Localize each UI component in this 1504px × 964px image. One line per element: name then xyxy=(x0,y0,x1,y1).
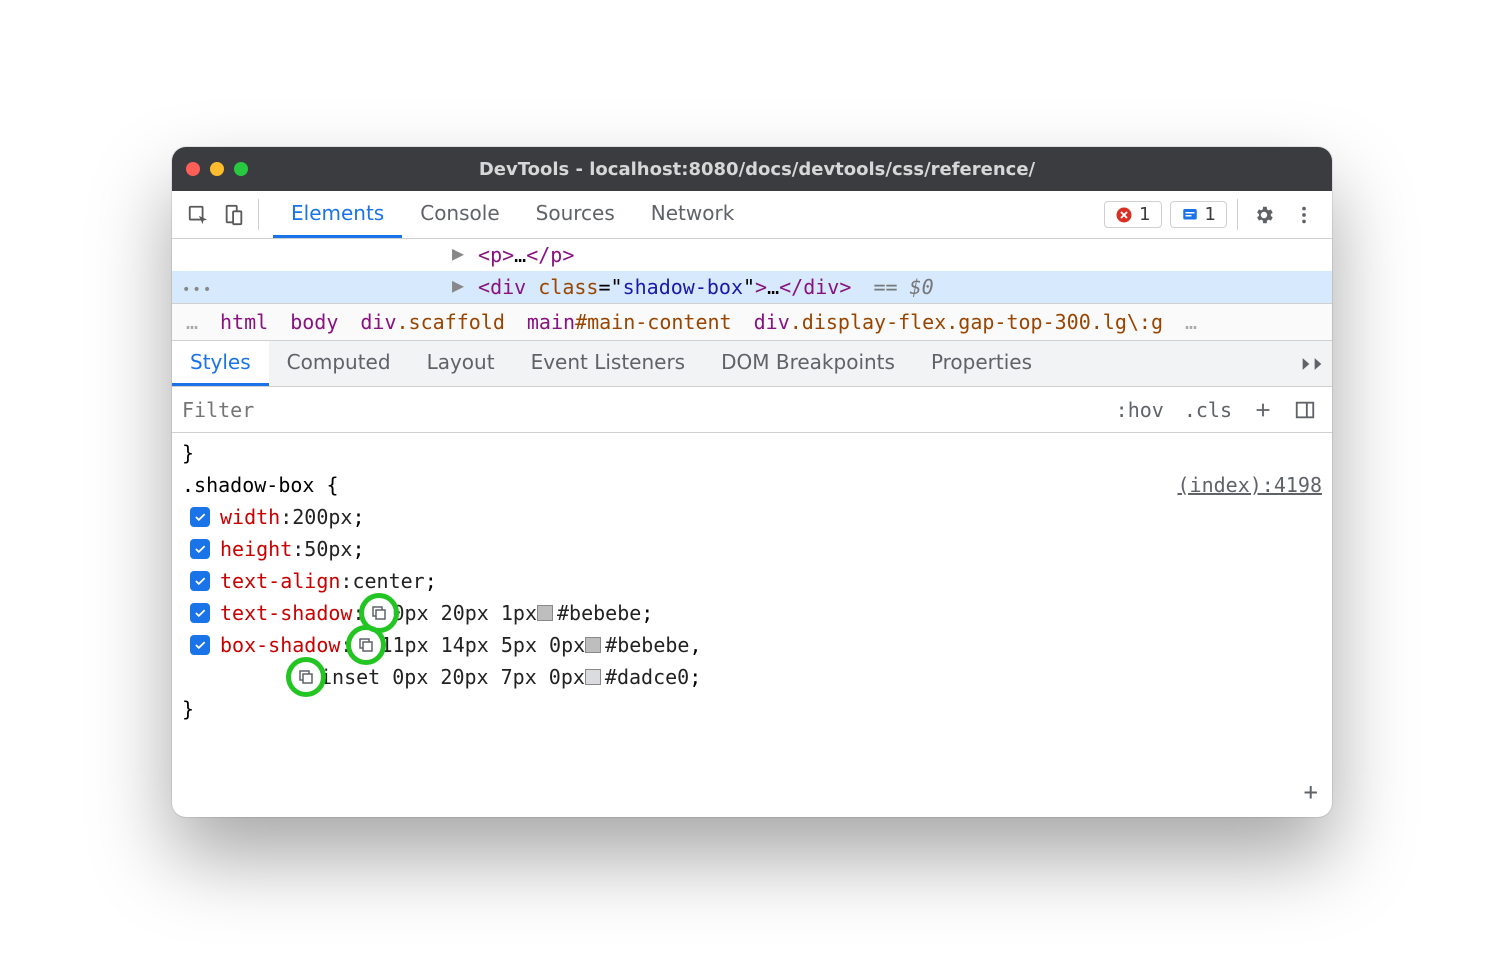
css-declaration[interactable]: text-shadow: 0px 20px 1px #bebebe; xyxy=(182,597,1322,629)
tab-sources[interactable]: Sources xyxy=(518,191,633,238)
color-swatch-icon[interactable] xyxy=(585,637,601,653)
dom-node-selected[interactable]: ▶ <div class="shadow-box">…</div> == $0 xyxy=(172,271,1332,303)
subtab-dom-breakpoints[interactable]: DOM Breakpoints xyxy=(703,341,913,386)
breadcrumb-item[interactable]: div.scaffold xyxy=(360,310,505,334)
close-window-button[interactable] xyxy=(186,162,200,176)
inspect-element-icon[interactable] xyxy=(180,191,216,238)
tab-elements[interactable]: Elements xyxy=(273,191,402,238)
rule-source-link[interactable]: (index):4198 xyxy=(1178,469,1323,501)
color-swatch-icon[interactable] xyxy=(537,605,553,621)
subtab-event-listeners[interactable]: Event Listeners xyxy=(513,341,704,386)
window-controls xyxy=(186,162,248,176)
dom-tree[interactable]: ▶ <p>…</p> ▶ <div class="shadow-box">…</… xyxy=(172,239,1332,303)
rule-close-brace: } xyxy=(182,437,1322,469)
css-declaration[interactable]: width: 200px; xyxy=(182,501,1322,533)
breadcrumb-overflow-right[interactable]: … xyxy=(1185,310,1197,334)
rule-selector[interactable]: .shadow-box { xyxy=(182,469,339,501)
tab-console[interactable]: Console xyxy=(402,191,517,238)
declaration-checkbox[interactable] xyxy=(190,507,210,527)
errors-badge[interactable]: 1 xyxy=(1104,201,1161,228)
breadcrumb-item[interactable]: body xyxy=(290,310,338,334)
declaration-checkbox[interactable] xyxy=(190,571,210,591)
new-style-rule-icon[interactable] xyxy=(1242,399,1284,421)
styles-pane[interactable]: } .shadow-box { (index):4198 width: 200p… xyxy=(172,433,1332,817)
dom-breadcrumbs[interactable]: … html body div.scaffold main#main-conte… xyxy=(172,303,1332,341)
more-subtabs-icon[interactable] xyxy=(1292,341,1332,386)
window-title: DevTools - localhost:8080/docs/devtools/… xyxy=(248,159,1266,180)
expand-triangle-icon[interactable]: ▶ xyxy=(452,269,466,301)
declaration-checkbox[interactable] xyxy=(190,603,210,623)
add-declaration-icon[interactable]: + xyxy=(1304,773,1318,811)
device-toolbar-icon[interactable] xyxy=(216,191,252,238)
declaration-checkbox[interactable] xyxy=(190,539,210,559)
subtab-layout[interactable]: Layout xyxy=(409,341,513,386)
styles-subtabs: Styles Computed Layout Event Listeners D… xyxy=(172,341,1332,387)
subtab-properties[interactable]: Properties xyxy=(913,341,1050,386)
breadcrumb-overflow-left[interactable]: … xyxy=(186,310,198,334)
color-swatch-icon[interactable] xyxy=(585,669,601,685)
errors-count: 1 xyxy=(1139,204,1150,225)
shadow-editor-icon[interactable] xyxy=(296,667,316,687)
breadcrumb-item[interactable]: html xyxy=(220,310,268,334)
more-menu-icon[interactable] xyxy=(1284,191,1324,238)
breadcrumb-item[interactable]: div.display-flex.gap-top-300.lg\:g xyxy=(754,310,1163,334)
main-toolbar: Elements Console Sources Network 1 1 xyxy=(172,191,1332,239)
computed-sidebar-toggle-icon[interactable] xyxy=(1284,399,1326,421)
devtools-window: DevTools - localhost:8080/docs/devtools/… xyxy=(172,147,1332,817)
rule-header: .shadow-box { (index):4198 xyxy=(182,469,1322,501)
rule-close-brace: } xyxy=(182,693,1322,725)
issues-count: 1 xyxy=(1205,204,1216,225)
css-declaration-continuation[interactable]: inset 0px 20px 7px 0px #dadce0; xyxy=(182,661,1322,693)
expand-triangle-icon[interactable]: ▶ xyxy=(452,239,466,269)
tab-network[interactable]: Network xyxy=(633,191,753,238)
styles-filter-input[interactable] xyxy=(182,398,1106,422)
shadow-editor-icon[interactable] xyxy=(369,603,389,623)
declaration-checkbox[interactable] xyxy=(190,635,210,655)
shadow-editor-icon[interactable] xyxy=(356,635,376,655)
subtab-computed[interactable]: Computed xyxy=(269,341,409,386)
toggle-hov-button[interactable]: :hov xyxy=(1106,398,1174,422)
toolbar-separator xyxy=(258,199,259,230)
css-declaration[interactable]: text-align: center; xyxy=(182,565,1322,597)
selected-node-marker: == $0 xyxy=(873,275,933,299)
main-tabs: Elements Console Sources Network xyxy=(273,191,752,238)
toolbar-separator xyxy=(1237,199,1238,230)
maximize-window-button[interactable] xyxy=(234,162,248,176)
dom-node[interactable]: ▶ <p>…</p> xyxy=(172,239,1332,271)
subtab-styles[interactable]: Styles xyxy=(172,341,269,386)
titlebar: DevTools - localhost:8080/docs/devtools/… xyxy=(172,147,1332,191)
toggle-cls-button[interactable]: .cls xyxy=(1174,398,1242,422)
css-declaration[interactable]: box-shadow: 11px 14px 5px 0px #bebebe, xyxy=(182,629,1322,661)
settings-gear-icon[interactable] xyxy=(1244,191,1284,238)
breadcrumb-item[interactable]: main#main-content xyxy=(527,310,732,334)
minimize-window-button[interactable] xyxy=(210,162,224,176)
issues-badge[interactable]: 1 xyxy=(1170,201,1227,228)
css-declaration[interactable]: height: 50px; xyxy=(182,533,1322,565)
styles-filter-row: :hov .cls xyxy=(172,387,1332,433)
